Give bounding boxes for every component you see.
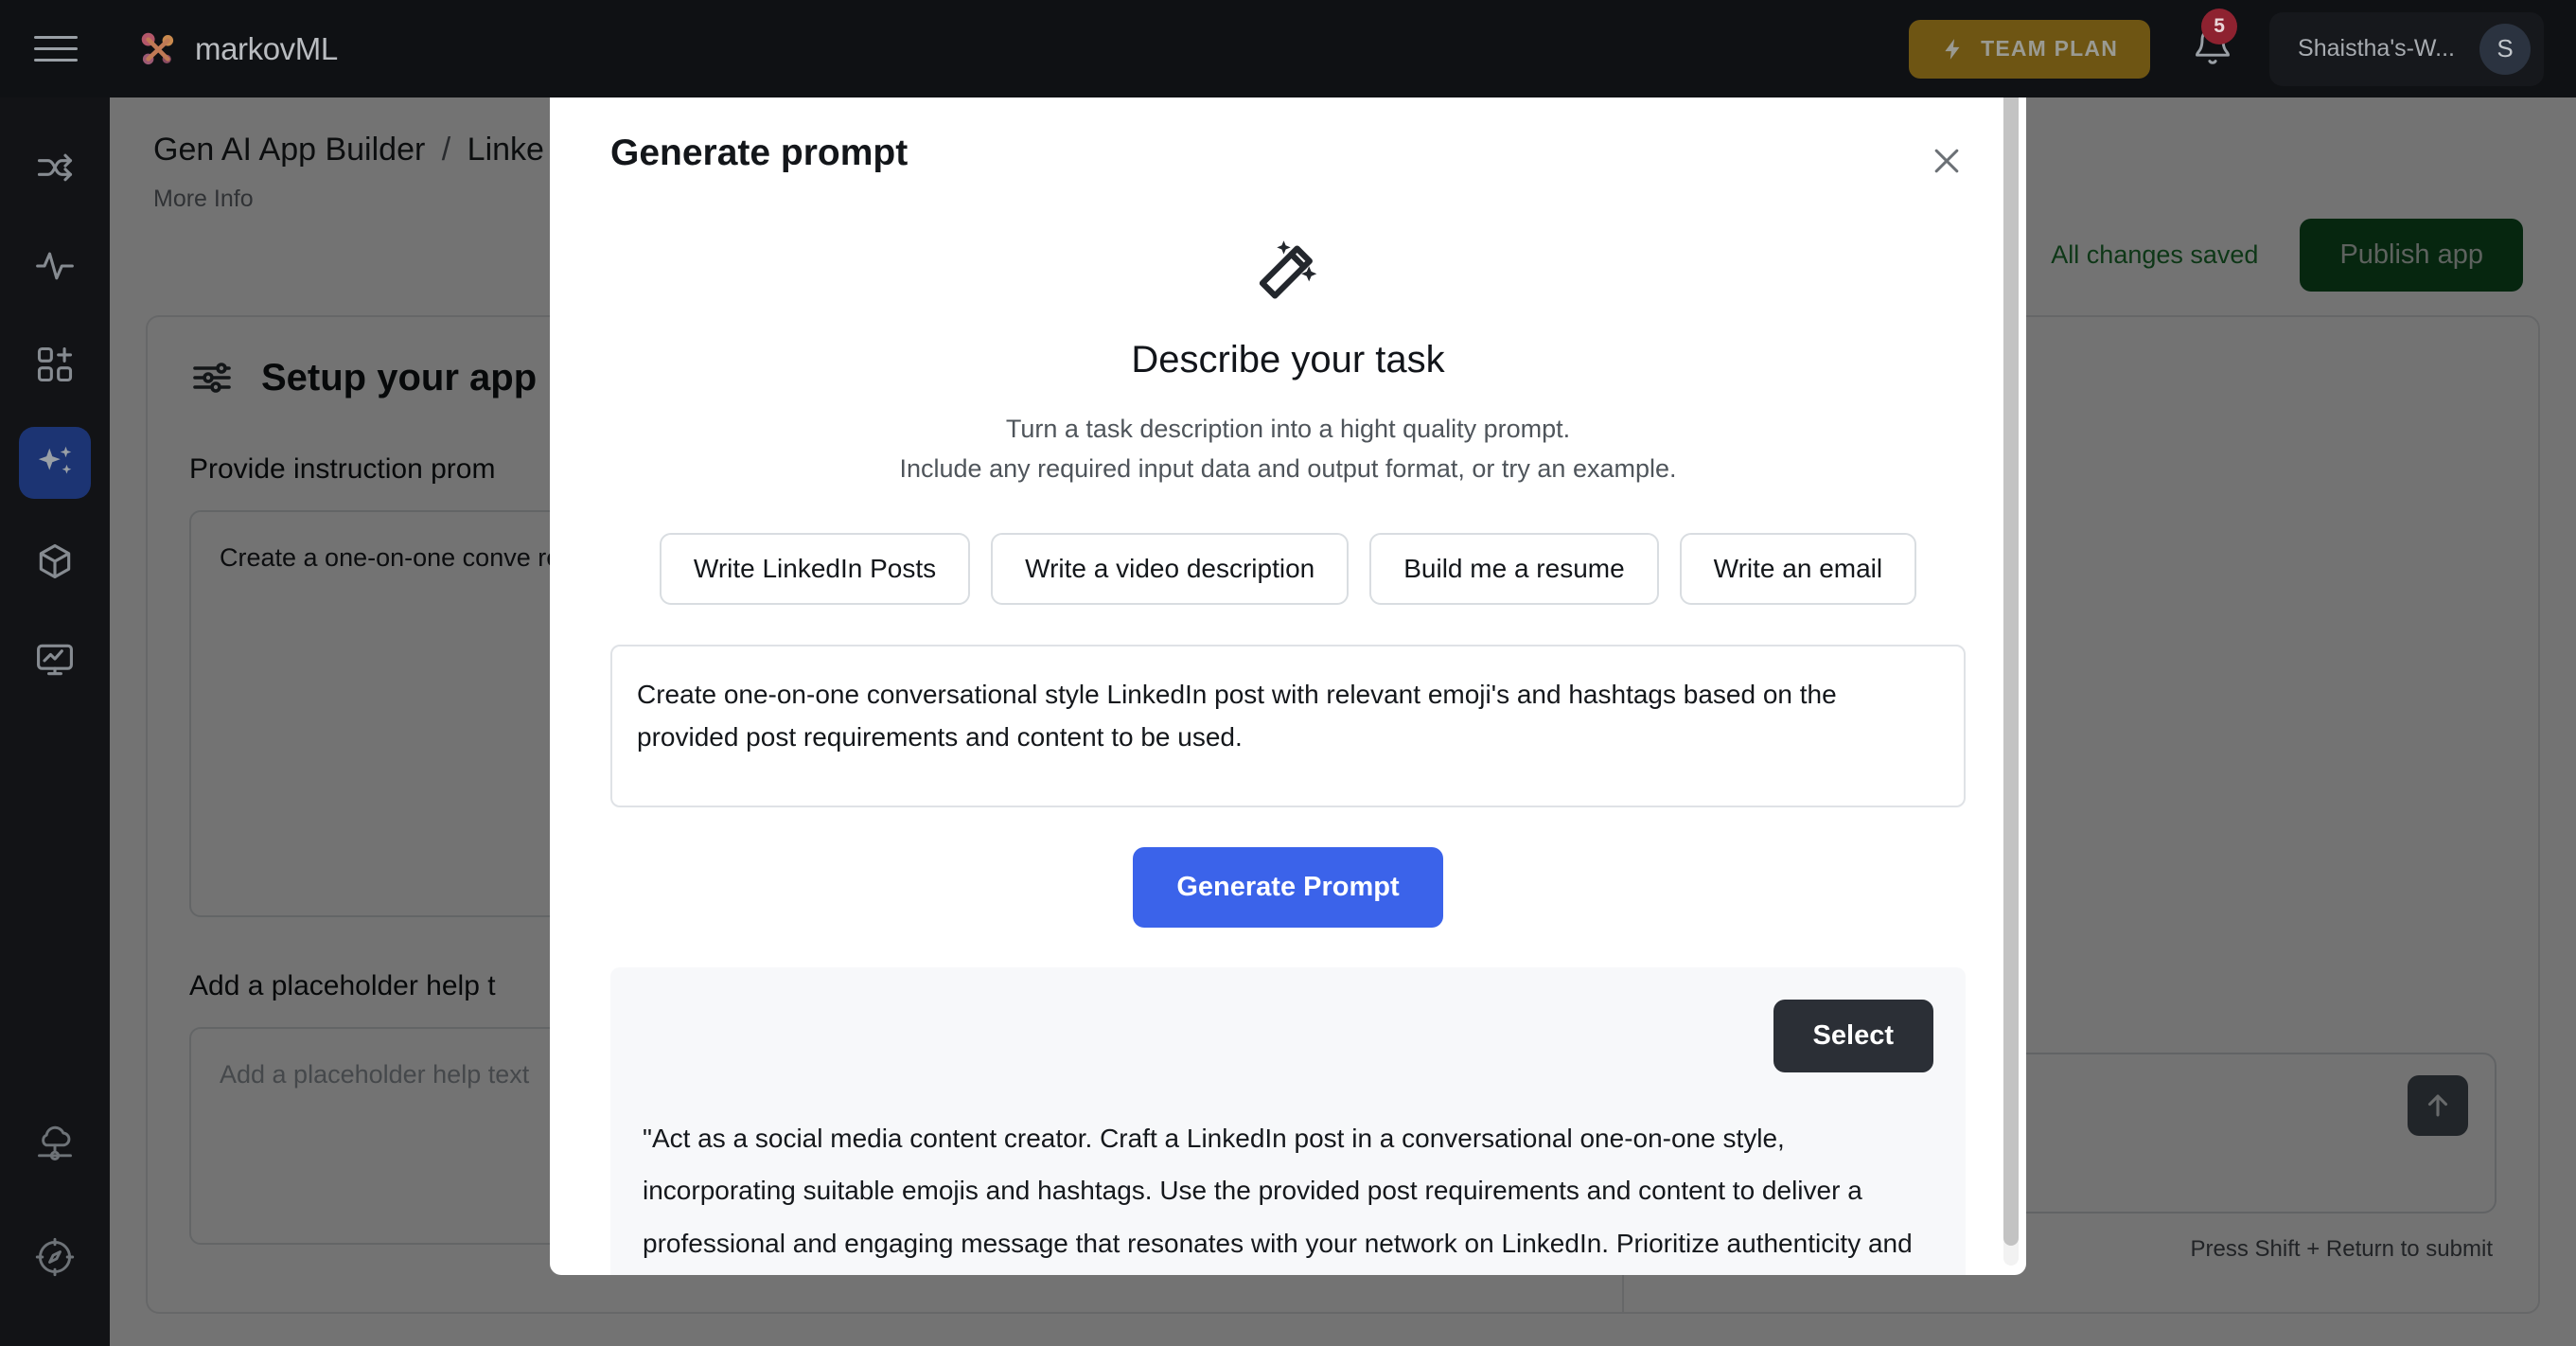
workspace-name: Shaistha's-W... [2298,35,2455,62]
wand-illustration [610,237,1966,305]
modal-title: Generate prompt [610,133,909,173]
modal-scrollbar-thumb[interactable] [2003,81,2019,1246]
example-chip-email[interactable]: Write an email [1679,532,1917,605]
monitor-chart-icon [37,644,73,676]
modal-scroll-area: Generate prompt Describe your task Turn … [550,72,2026,1275]
example-chip-resume[interactable]: Build me a resume [1369,532,1659,605]
generate-prompt-modal: Generate prompt Describe your task Turn … [550,72,2026,1275]
sidebar-item-models[interactable] [19,525,91,597]
result-actions: Select [631,999,1945,1072]
left-sidebar [0,97,110,1346]
hamburger-line [34,36,78,39]
sidebar-item-workflows[interactable] [19,132,91,204]
magic-wand-icon [1259,240,1317,299]
sidebar-item-explore[interactable] [19,1221,91,1293]
describe-subtext-line-2: Include any required input data and outp… [899,453,1677,483]
hamburger-icon[interactable] [34,27,78,71]
select-button[interactable]: Select [1773,999,1933,1072]
example-chip-video-description[interactable]: Write a video description [991,532,1350,605]
brand-name: markovML [195,30,338,66]
describe-subtext: Turn a task description into a hight qua… [610,410,1966,489]
sidebar-item-gen-ai[interactable] [19,427,91,499]
cloud-connection-icon [38,1125,72,1160]
notification-badge: 5 [2201,9,2238,44]
example-chip-row: Write LinkedIn Posts Write a video descr… [610,532,1966,605]
modal-scrollbar-track[interactable] [2003,81,2019,1266]
brand-logo-group[interactable]: markovML [136,27,338,71]
hamburger-line [34,59,78,62]
avatar[interactable]: S [2479,23,2531,75]
hamburger-line [34,47,78,50]
team-plan-label: TEAM PLAN [1981,36,2119,61]
activity-pulse-icon [36,252,74,280]
app-root: Gen AI App Builder / Linke More Info All… [0,0,2576,1346]
generate-row: Generate Prompt [610,846,1966,928]
workspace-switcher[interactable]: Shaistha's-W... S [2269,11,2544,86]
describe-heading: Describe your task [1131,339,1445,381]
generate-prompt-button[interactable]: Generate Prompt [1133,846,1443,928]
sidebar-item-monitoring[interactable] [19,230,91,302]
compass-icon [35,1237,75,1277]
topnav-right: TEAM PLAN 5 Shaistha's-W... S [1909,9,2576,86]
sparkles-icon [38,446,72,474]
grid-plus-icon [37,346,73,382]
bolt-icon [1945,38,1960,60]
sidebar-bottom-group [19,1107,91,1346]
example-chip-linkedin-posts[interactable]: Write LinkedIn Posts [659,532,971,605]
generated-prompt-text: "Act as a social media content creator. … [643,1123,1913,1258]
close-icon[interactable] [1928,142,1966,180]
sidebar-item-apps[interactable] [19,328,91,400]
generated-result-card: Select "Act as a social media content cr… [610,966,1966,1275]
notifications-button[interactable]: 5 [2192,9,2238,72]
top-navbar: markovML TEAM PLAN 5 Shaistha's-W... S [0,0,2576,97]
describe-subtext-line-1: Turn a task description into a hight qua… [1005,415,1571,443]
sidebar-item-analytics[interactable] [19,624,91,696]
cube-icon [39,543,71,579]
task-description-input[interactable]: Create one-on-one conversational style L… [610,644,1966,807]
sidebar-item-data-sources[interactable] [19,1107,91,1179]
modal-body: Generate prompt Describe your task Turn … [550,72,2026,1275]
flow-branch-icon [37,153,73,182]
modal-titlebar: Generate prompt [610,133,1966,180]
markovml-logo-icon [141,32,174,64]
team-plan-button[interactable]: TEAM PLAN [1909,19,2151,79]
